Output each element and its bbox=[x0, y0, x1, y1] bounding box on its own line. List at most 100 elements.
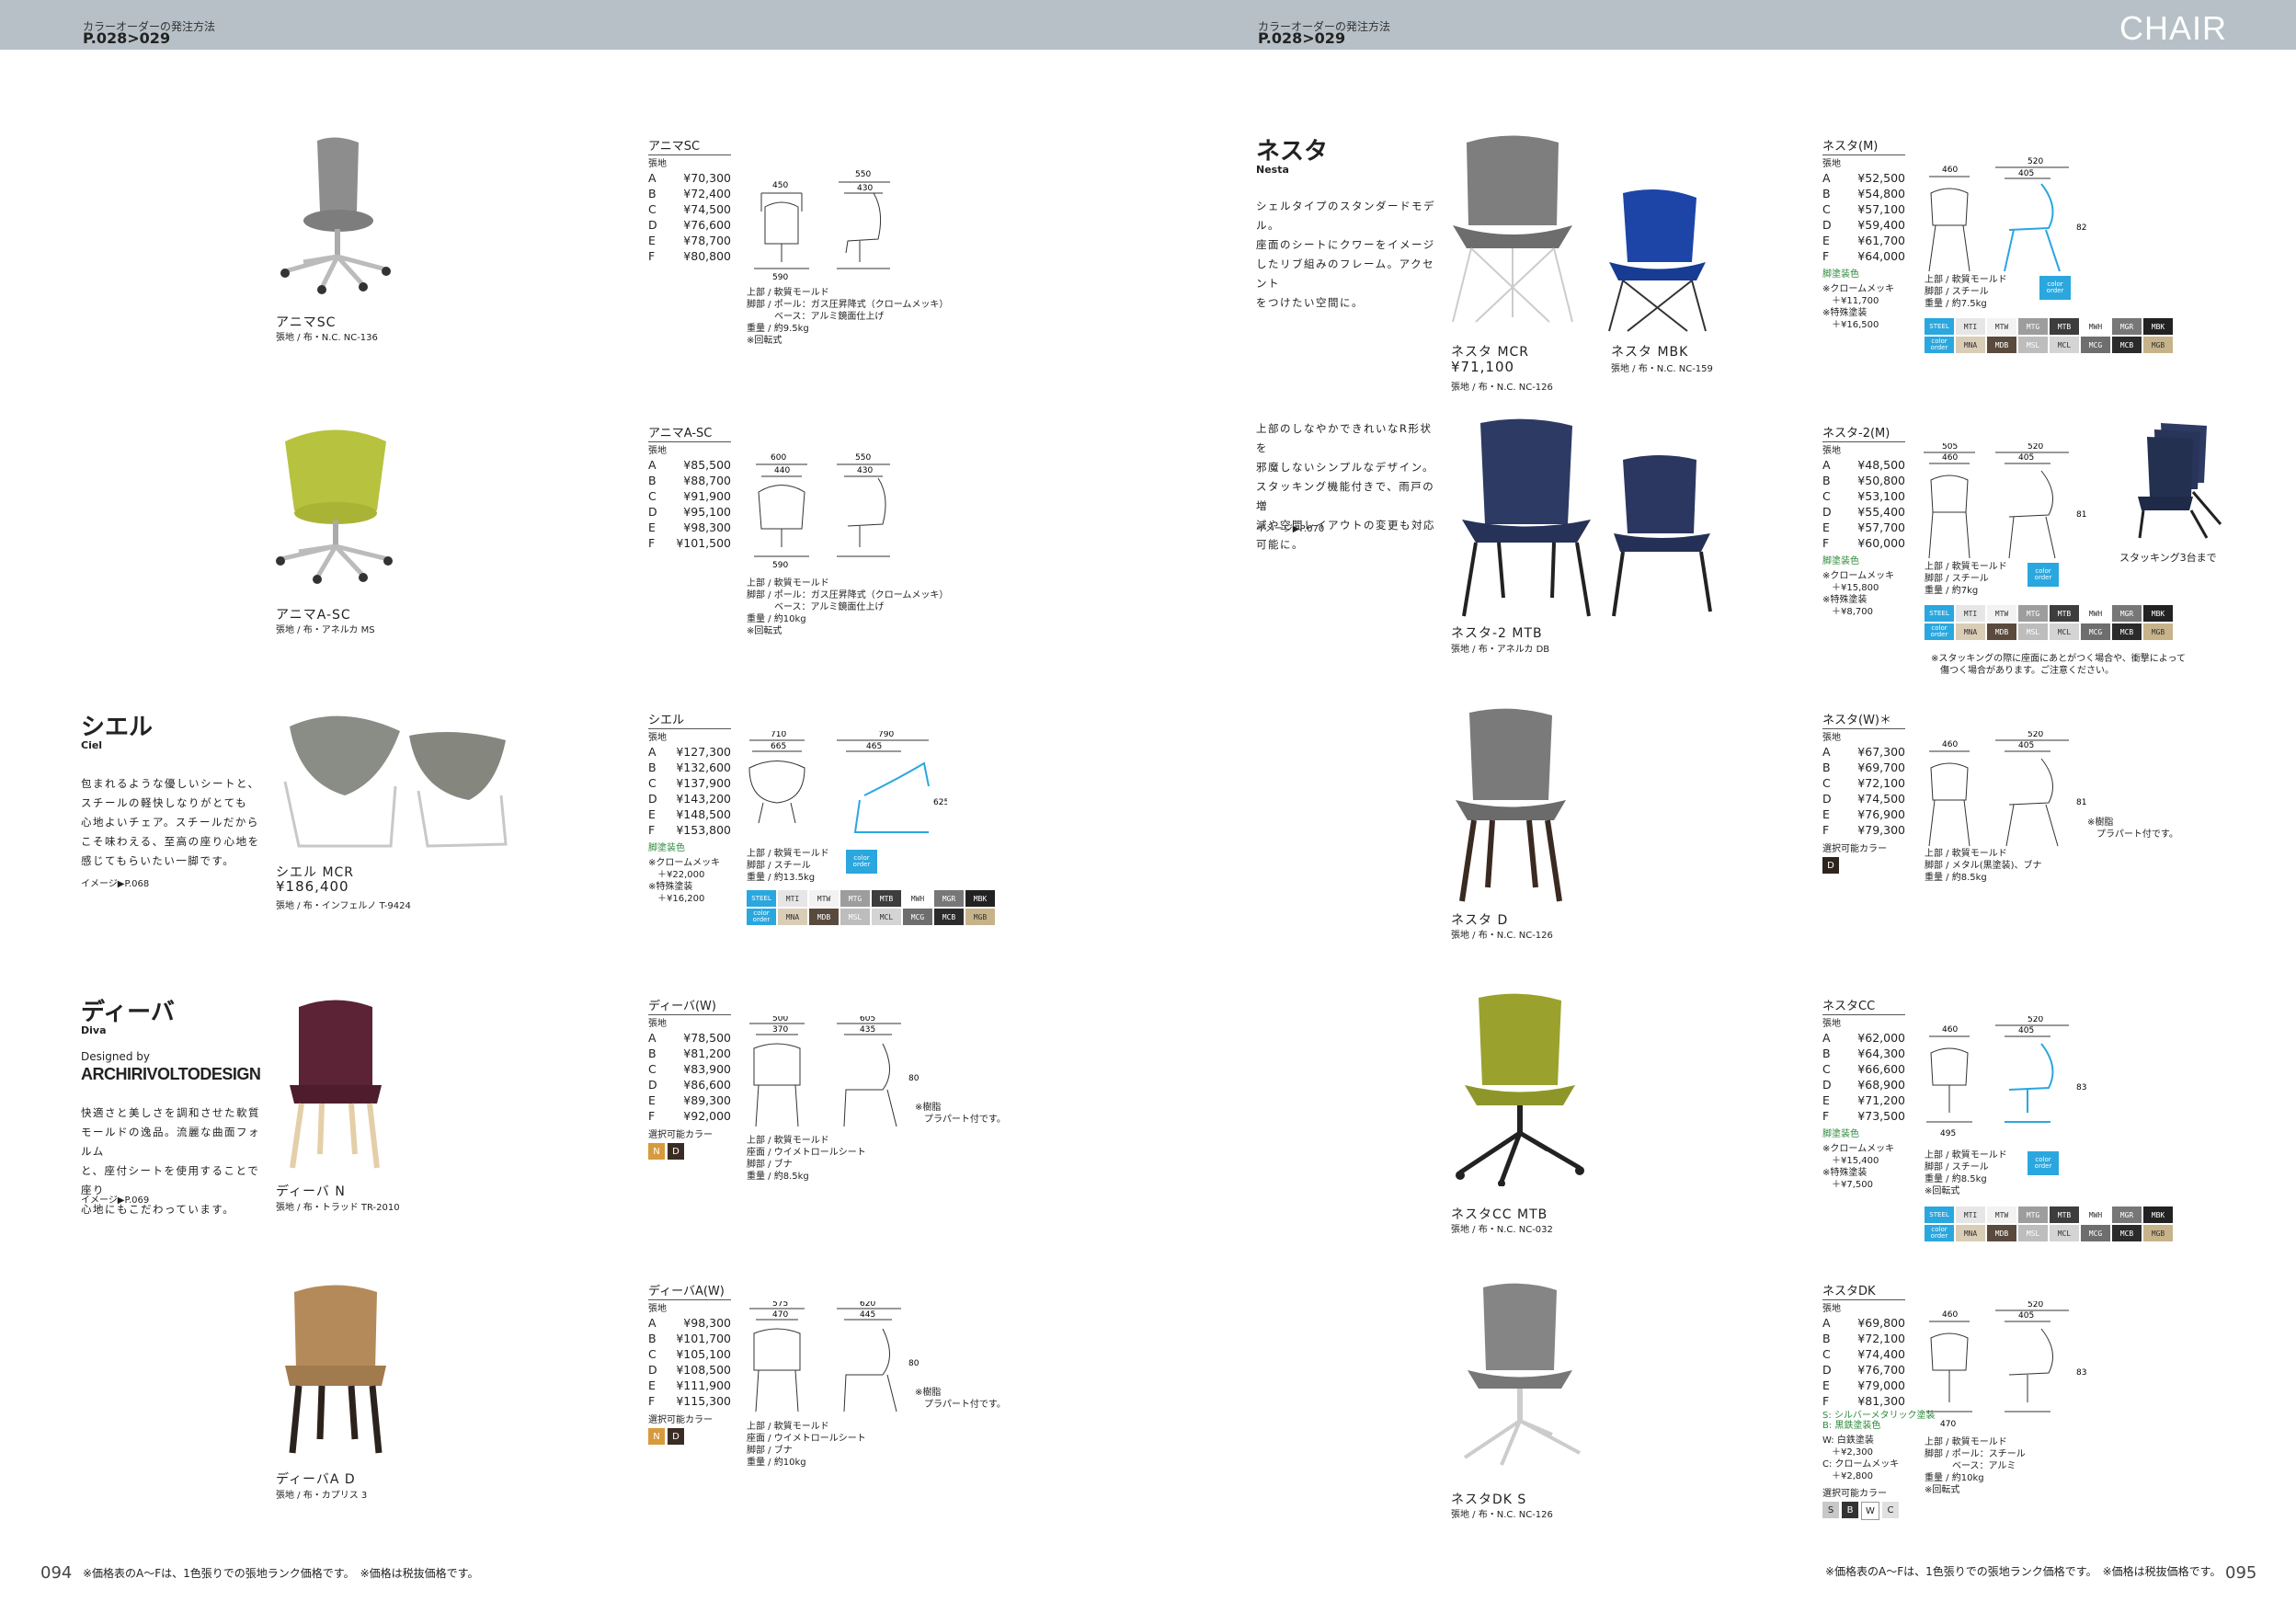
swatch-mti[interactable]: MTI bbox=[778, 890, 807, 907]
swatch-mcl[interactable]: MCL bbox=[872, 909, 901, 925]
swatch-mti[interactable]: MTI bbox=[1956, 1207, 1985, 1223]
swatch-mtg[interactable]: MTG bbox=[840, 890, 870, 907]
product-ciel: シエル 張地 A ¥127,300 B ¥132,600 C ¥137,900 D ¥1… bbox=[648, 710, 731, 905]
swatch-mcb[interactable]: MCB bbox=[2112, 337, 2142, 353]
swatch-mdb[interactable]: MDB bbox=[1987, 1225, 2016, 1241]
swatch-mtb[interactable]: MTB bbox=[2050, 318, 2079, 335]
swatch-msl[interactable]: MSL bbox=[840, 909, 870, 925]
steel-label: STEEL bbox=[747, 890, 776, 907]
notes-anima-sc: 上部 / 軟質モールド 脚部 / ポール：ガス圧昇降式（クロームメッキ） ベース… bbox=[747, 288, 949, 346]
color-order-badge: color order bbox=[2028, 563, 2059, 587]
dimension-drawing-anima-asc: 600 440 550 430 590 bbox=[754, 453, 890, 570]
caption-nesta-mcr-fabric: 張地 / 布・N.C. NC-126 bbox=[1451, 383, 1553, 393]
svg-text:520: 520 bbox=[2028, 1301, 2043, 1309]
product-title: ネスタCC bbox=[1822, 996, 1905, 1015]
product-nesta-dk: ネスタDK 張地 A ¥69,800 B ¥72,100 C ¥74,400 D ¥76… bbox=[1822, 1281, 1936, 1520]
swatch-mwh[interactable]: MWH bbox=[903, 890, 932, 907]
swatch-mbk[interactable]: MBK bbox=[2143, 318, 2173, 335]
caption-nesta2-mtb-name: ネスタ-2 MTB bbox=[1451, 626, 1543, 641]
swatch-mtg[interactable]: MTG bbox=[2018, 605, 2048, 622]
swatch-mcg[interactable]: MCG bbox=[903, 909, 932, 925]
swatch-mgb[interactable]: MGB bbox=[965, 909, 995, 925]
swatch-mbk[interactable]: MBK bbox=[2143, 1207, 2173, 1223]
swatch-mdb[interactable]: MDB bbox=[1987, 337, 2016, 353]
header-left-page-link[interactable]: P.028>029 bbox=[83, 29, 170, 47]
notes-nesta-dk: 上部 / 軟質モールド 脚部 / ポール：スチール ベース：アルミ 重量 / 約… bbox=[1925, 1437, 2026, 1495]
option-color-w[interactable]: W bbox=[1861, 1502, 1879, 1520]
swatch-msl[interactable]: MSL bbox=[2018, 337, 2048, 353]
swatch-mti[interactable]: MTI bbox=[1956, 605, 1985, 622]
option-color-n[interactable]: N bbox=[648, 1143, 665, 1160]
option-color-b[interactable]: B bbox=[1842, 1502, 1858, 1518]
swatch-mna[interactable]: MNA bbox=[1956, 623, 1985, 640]
swatch-mcb[interactable]: MCB bbox=[934, 909, 964, 925]
swatch-mtw[interactable]: MTW bbox=[1987, 318, 2016, 335]
swatch-mcg[interactable]: MCG bbox=[2081, 623, 2110, 640]
caption-anima-asc-fabric: 張地 / 布・アネルカ MS bbox=[276, 625, 375, 635]
swatch-mtb[interactable]: MTB bbox=[872, 890, 901, 907]
chair-photo-nesta2-mtb bbox=[1462, 418, 1712, 617]
product-title: ネスタ-2(M) bbox=[1822, 423, 1905, 442]
swatch-mwh[interactable]: MWH bbox=[2081, 318, 2110, 335]
svg-text:550: 550 bbox=[855, 170, 871, 179]
options: W: 白鉄塗装 ＋¥2,300 C: クロームメッキ ＋¥2,800 bbox=[1822, 1435, 1900, 1481]
option-color-c[interactable]: C bbox=[1882, 1502, 1899, 1518]
swatch-mbk[interactable]: MBK bbox=[965, 890, 995, 907]
option-color-d[interactable]: D bbox=[668, 1143, 684, 1160]
swatch-mgb[interactable]: MGB bbox=[2143, 623, 2173, 640]
series-ref-nesta[interactable]: イメージ▶P.070 bbox=[1256, 520, 1324, 534]
chair-photo-nesta-d bbox=[1456, 708, 1566, 902]
option-color-d[interactable]: D bbox=[1822, 857, 1839, 874]
swatch-mna[interactable]: MNA bbox=[1956, 337, 1985, 353]
svg-text:605: 605 bbox=[860, 1016, 875, 1024]
swatch-mti[interactable]: MTI bbox=[1956, 318, 1985, 335]
option-color-n[interactable]: N bbox=[648, 1428, 665, 1445]
product-title: アニマSC bbox=[648, 136, 731, 155]
product-title: シエル bbox=[648, 710, 731, 729]
swatch-mcb[interactable]: MCB bbox=[2112, 623, 2142, 640]
swatch-mgb[interactable]: MGB bbox=[2143, 1225, 2173, 1241]
swatch-mwh[interactable]: MWH bbox=[2081, 1207, 2110, 1223]
svg-text:450: 450 bbox=[772, 181, 788, 190]
option-color-s[interactable]: S bbox=[1822, 1502, 1839, 1518]
swatch-mgb[interactable]: MGB bbox=[2143, 337, 2173, 353]
swatch-mtg[interactable]: MTG bbox=[2018, 1207, 2048, 1223]
swatch-mcl[interactable]: MCL bbox=[2050, 337, 2079, 353]
swatch-mtb[interactable]: MTB bbox=[2050, 605, 2079, 622]
product-diva: ディーバ(W) 張地 A ¥78,500 B ¥81,200 C ¥83,900 D ¥… bbox=[648, 996, 731, 1160]
swatch-mgr[interactable]: MGR bbox=[2112, 1207, 2142, 1223]
swatch-mwh[interactable]: MWH bbox=[2081, 605, 2110, 622]
side-note-diva: ※樹脂 プラパート付です。 bbox=[915, 1103, 1006, 1125]
swatch-mtg[interactable]: MTG bbox=[2018, 318, 2048, 335]
caption-diva-ad-name: ディーバA D bbox=[276, 1472, 356, 1487]
swatch-mdb[interactable]: MDB bbox=[1987, 623, 2016, 640]
swatch-mcg[interactable]: MCG bbox=[2081, 1225, 2110, 1241]
swatch-mgr[interactable]: MGR bbox=[2112, 318, 2142, 335]
svg-text:470: 470 bbox=[1940, 1420, 1956, 1429]
header-right-page-link[interactable]: P.028>029 bbox=[1258, 29, 1345, 47]
option-color-d[interactable]: D bbox=[668, 1428, 684, 1445]
swatch-mdb[interactable]: MDB bbox=[809, 909, 839, 925]
caption-diva-n-name: ディーバ N bbox=[276, 1184, 346, 1199]
swatch-mtw[interactable]: MTW bbox=[1987, 605, 2016, 622]
svg-text:405: 405 bbox=[2018, 1026, 2034, 1035]
swatch-mcl[interactable]: MCL bbox=[2050, 623, 2079, 640]
swatch-mbk[interactable]: MBK bbox=[2143, 605, 2173, 622]
leg-color-label: 脚塗装色 bbox=[1822, 269, 1859, 280]
caption-nestadk-fabric: 張地 / 布・N.C. NC-126 bbox=[1451, 1510, 1553, 1520]
swatch-mtw[interactable]: MTW bbox=[1987, 1207, 2016, 1223]
swatch-mtb[interactable]: MTB bbox=[2050, 1207, 2079, 1223]
swatch-msl[interactable]: MSL bbox=[2018, 1225, 2048, 1241]
series-ref-ciel[interactable]: イメージ▶P.068 bbox=[81, 875, 149, 889]
swatch-mgr[interactable]: MGR bbox=[2112, 605, 2142, 622]
swatch-mtw[interactable]: MTW bbox=[809, 890, 839, 907]
swatch-mcl[interactable]: MCL bbox=[2050, 1225, 2079, 1241]
swatch-mna[interactable]: MNA bbox=[1956, 1225, 1985, 1241]
leg-color-label: 脚塗装色 bbox=[1822, 1129, 1859, 1139]
swatch-mna[interactable]: MNA bbox=[778, 909, 807, 925]
series-ref-diva[interactable]: イメージ▶P.069 bbox=[81, 1192, 149, 1206]
swatch-mcb[interactable]: MCB bbox=[2112, 1225, 2142, 1241]
swatch-mcg[interactable]: MCG bbox=[2081, 337, 2110, 353]
swatch-mgr[interactable]: MGR bbox=[934, 890, 964, 907]
swatch-msl[interactable]: MSL bbox=[2018, 623, 2048, 640]
